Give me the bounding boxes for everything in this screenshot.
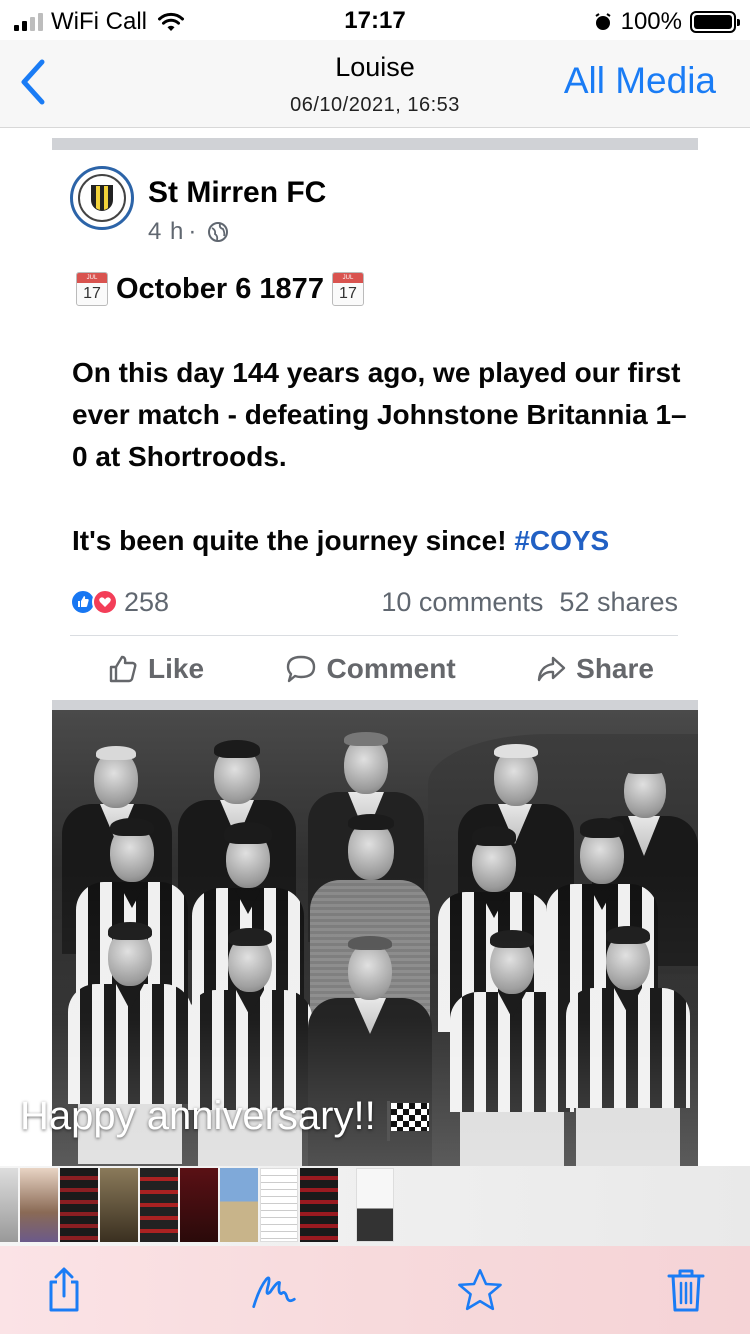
share-action-button[interactable] (40, 1264, 88, 1316)
thumbnail[interactable] (60, 1168, 98, 1242)
facebook-post-screenshot: St Mirren FC 4 h · JUL 17 October 6 1877… (0, 128, 750, 1168)
like-label: Like (148, 653, 205, 684)
caption-text: Happy anniversary!! (20, 1094, 376, 1138)
bottom-toolbar (0, 1246, 750, 1334)
post-header: St Mirren FC 4 h · (70, 166, 326, 246)
time-ago: 4 h (148, 218, 185, 245)
club-crest-icon (78, 174, 126, 222)
comment-button[interactable]: Comment (249, 653, 492, 685)
battery-icon (690, 11, 740, 33)
like-button[interactable]: Like (70, 653, 240, 685)
markup-icon (252, 1276, 296, 1308)
thumbnail[interactable] (20, 1168, 58, 1242)
divider (70, 635, 678, 636)
status-bar: WiFi Call 17:17 100% (0, 0, 750, 40)
calendar-icon: JUL 17 (76, 272, 108, 306)
trash-icon (667, 1269, 705, 1312)
post-timestamp: 4 h · (148, 218, 326, 246)
post-paragraph-text: It's been quite the journey since! (72, 525, 515, 556)
thumbnail[interactable] (100, 1168, 138, 1242)
markup-button[interactable] (250, 1264, 298, 1316)
comment-icon (286, 655, 315, 683)
page-name[interactable]: St Mirren FC (148, 176, 326, 210)
thumbnail[interactable] (220, 1168, 258, 1242)
thumbnail[interactable] (260, 1168, 298, 1242)
reaction-icons[interactable]: 258 (70, 587, 169, 618)
date-headline-text: October 6 1877 (116, 273, 324, 305)
post-meta: St Mirren FC 4 h · (148, 166, 326, 246)
favorite-button[interactable] (456, 1264, 504, 1316)
globe-icon (208, 222, 229, 242)
share-button[interactable]: Share (500, 653, 678, 685)
battery-percent: 100% (620, 8, 682, 35)
thumbnail[interactable] (0, 1168, 18, 1242)
shares-count[interactable]: 52 shares (559, 587, 678, 618)
reaction-count: 258 (124, 586, 170, 617)
all-media-button[interactable]: All Media (564, 60, 716, 102)
post-paragraph: It's been quite the journey since! #COYS (72, 520, 692, 562)
reactions-row: 258 10 comments 52 shares (70, 584, 678, 620)
engagement-counts: 10 comments 52 shares (381, 587, 678, 618)
post-actions: Like Comment Share (70, 646, 678, 692)
status-right: 100% (593, 8, 740, 36)
thumbnail-strip[interactable] (0, 1166, 750, 1246)
calendar-icon: JUL 17 (331, 272, 364, 306)
date-headline: JUL 17 October 6 1877 JUL 17 (72, 268, 692, 310)
hashtag-link[interactable]: #COYS (514, 525, 609, 556)
comments-count[interactable]: 10 comments (381, 587, 543, 618)
share-label: Share (576, 653, 654, 684)
thumbnail[interactable] (180, 1168, 218, 1242)
divider (52, 138, 698, 150)
chequered-flag-icon (386, 1100, 430, 1141)
thumbs-up-icon (109, 655, 137, 683)
alarm-icon (595, 13, 611, 30)
star-icon (458, 1269, 502, 1311)
thumbnail[interactable] (140, 1168, 178, 1242)
thumbnail-selected[interactable] (356, 1168, 394, 1242)
thumbnail[interactable] (300, 1168, 338, 1242)
share-icon (49, 1267, 79, 1312)
share-arrow-icon (537, 656, 566, 682)
delete-button[interactable] (662, 1264, 710, 1316)
page-avatar[interactable] (70, 166, 134, 230)
navigation-bar: Louise 06/10/2021, 16:53 All Media (0, 40, 750, 128)
love-reaction-icon (92, 589, 118, 615)
comment-label: Comment (326, 653, 456, 684)
post-body: JUL 17 October 6 1877 JUL 17 On this day… (72, 268, 692, 562)
time-separator: · (188, 218, 198, 245)
post-paragraph: On this day 144 years ago, we played our… (72, 357, 687, 472)
message-caption: Happy anniversary!! (20, 1094, 430, 1141)
